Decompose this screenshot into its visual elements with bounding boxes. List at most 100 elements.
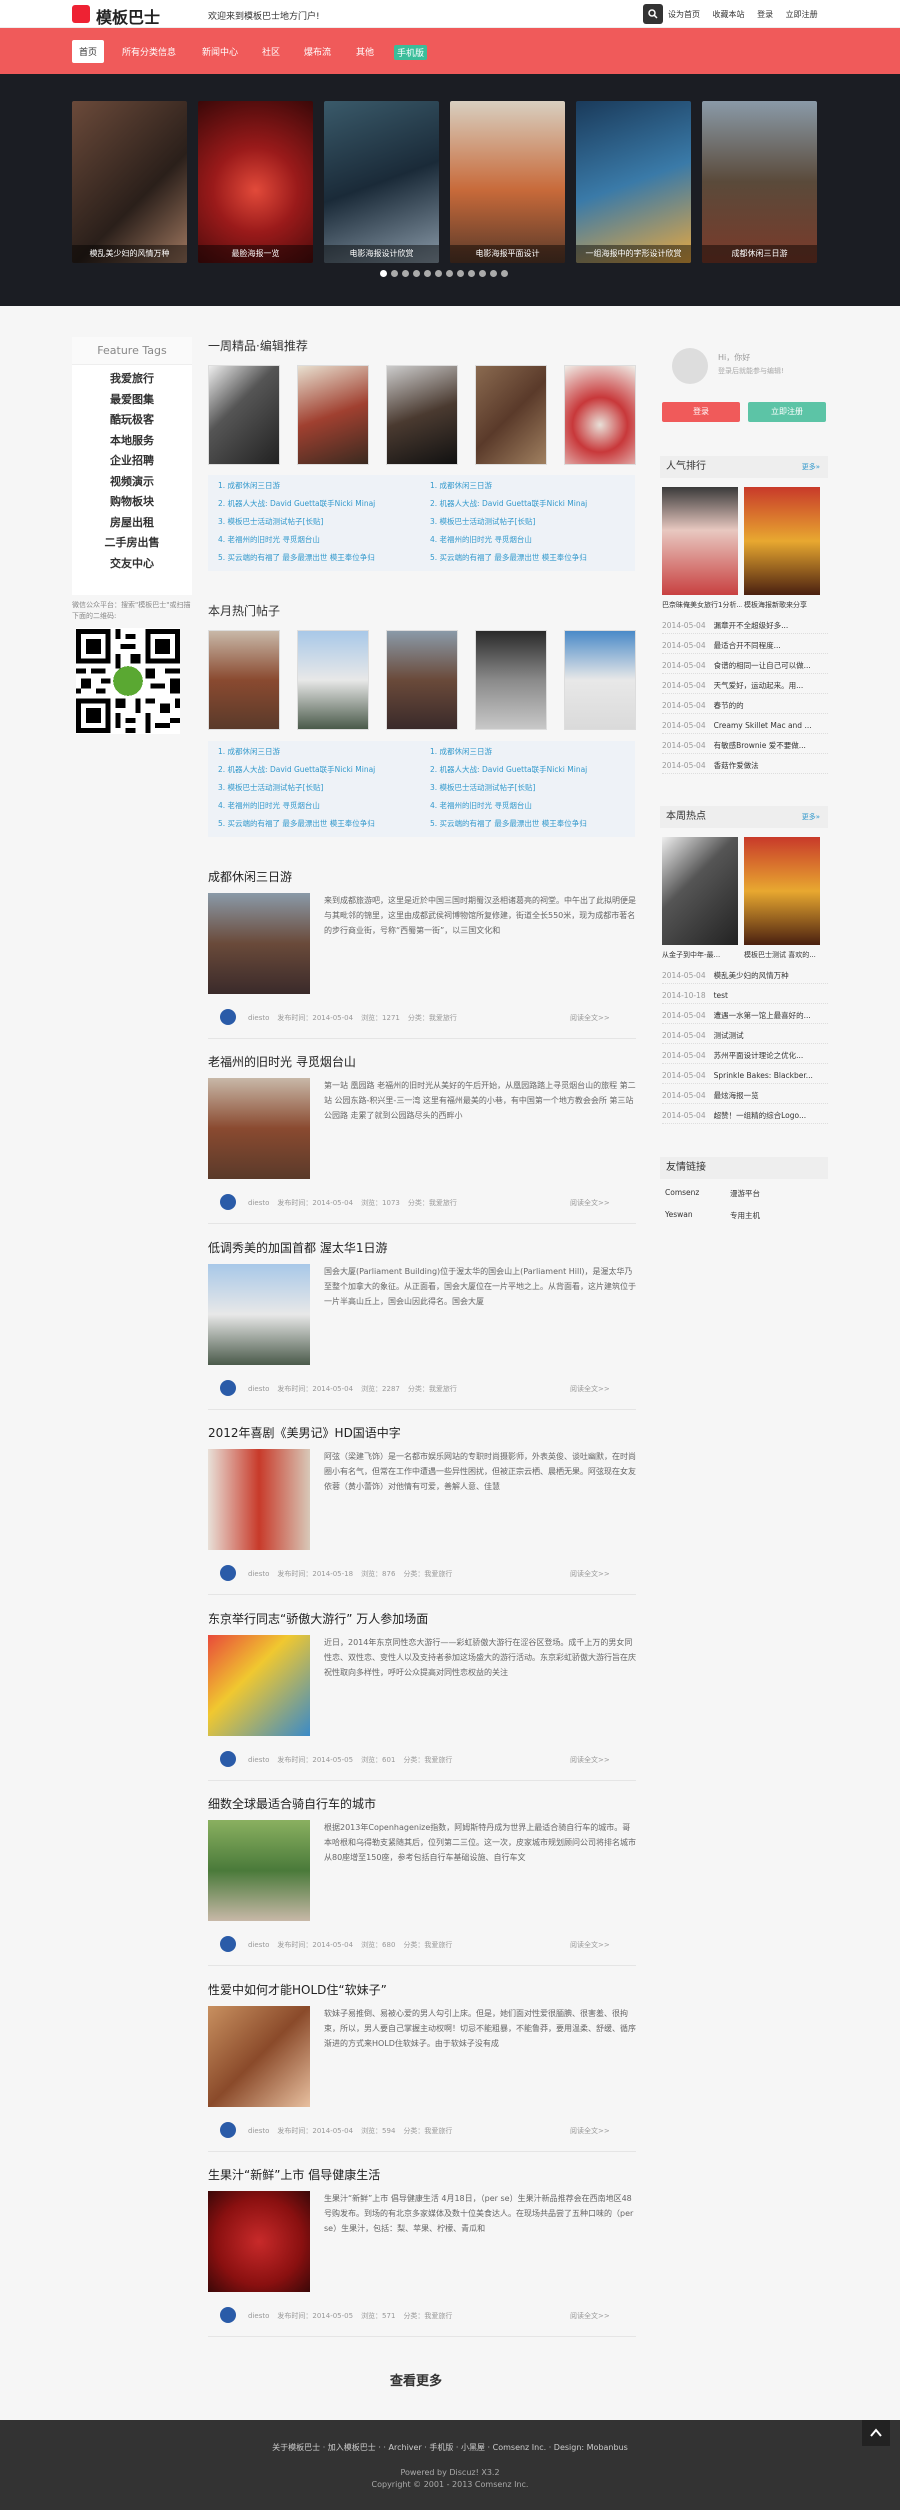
side-list-item[interactable]: 2014-05-04 漏章开不全超级好多... (662, 617, 828, 634)
side-list-title[interactable]: 遭遇一水第一馆上最喜好的... (714, 1011, 811, 1020)
banner-slide[interactable]: 一组海报中的字形设计欣赏 (576, 101, 691, 263)
side-list-title[interactable]: 春节的的 (714, 701, 744, 710)
read-more-link[interactable]: 阅读全文>> (570, 1198, 610, 1208)
banner-slide[interactable]: 成都休闲三日游 (702, 101, 817, 263)
article-image[interactable] (208, 1078, 310, 1179)
feature-tag[interactable]: 本地服务 (72, 431, 192, 452)
post-link[interactable]: 1. 成都休闲三日游 (218, 479, 280, 493)
feature-tag[interactable]: 二手房出售 (72, 533, 192, 554)
author-avatar[interactable] (220, 1936, 236, 1952)
article-image[interactable] (208, 1449, 310, 1550)
post-link[interactable]: 5. 买云端的有福了 最多最漂出世 模王奉位争归 (218, 551, 375, 565)
slider-dot[interactable] (413, 270, 420, 277)
author-avatar[interactable] (220, 1380, 236, 1396)
side-list-title[interactable]: Sprinkle Bakes: Blackber... (714, 1071, 813, 1080)
article-title[interactable]: 低调秀美的加国首都 渥太华1日游 (208, 1239, 387, 1256)
nav-mobile[interactable]: 手机版 (394, 45, 428, 60)
site-name[interactable]: 模板巴士 (96, 4, 160, 28)
article-title[interactable]: 生果汁“新鲜”上市 倡导健康生活 (208, 2166, 380, 2183)
friend-link[interactable]: Yeswan (665, 1210, 693, 1219)
friend-link[interactable]: 专用主机 (730, 1210, 760, 1221)
post-link[interactable]: 5. 买云端的有福了 最多最漂出世 模王奉位争归 (218, 817, 375, 831)
popular-image-caption[interactable]: 模板海报新歌来分享 (744, 600, 824, 610)
side-list-title[interactable]: 最适合开不同程度... (714, 641, 781, 650)
post-link[interactable]: 1. 成都休闲三日游 (430, 745, 492, 759)
post-link[interactable]: 2. 机器人大战: David Guetta联手Nicki Minaj (430, 497, 587, 511)
slider-dot[interactable] (457, 270, 464, 277)
feature-tag[interactable]: 交友中心 (72, 554, 192, 575)
side-list-title[interactable]: 食谱的相同一让自己可以做... (714, 661, 811, 670)
post-link[interactable]: 5. 买云端的有福了 最多最漂出世 模王奉位争归 (430, 817, 587, 831)
article-image[interactable] (208, 1264, 310, 1365)
set-homepage-link[interactable]: 设为首页 (668, 10, 700, 19)
feature-tag[interactable]: 酷玩极客 (72, 410, 192, 431)
hot-thumb[interactable] (297, 630, 369, 730)
side-list-item[interactable]: 2014-10-18 test (662, 987, 828, 1004)
banner-slide[interactable]: 电影海报平面设计 (450, 101, 565, 263)
slider-dot[interactable] (391, 270, 398, 277)
pick-thumb[interactable] (208, 365, 280, 465)
popular-image[interactable] (744, 487, 820, 595)
slider-dot[interactable] (424, 270, 431, 277)
feature-tag[interactable]: 房屋出租 (72, 513, 192, 534)
slider-dot[interactable] (380, 270, 387, 277)
side-list-title[interactable]: 天气爱好，运动起来。用... (714, 681, 804, 690)
side-list-item[interactable]: 2014-05-04 最适合开不同程度... (662, 637, 828, 654)
login-button[interactable]: 登录 (662, 402, 740, 422)
side-list-title[interactable]: 香菇作爱做法 (714, 761, 759, 770)
read-more-link[interactable]: 阅读全文>> (570, 2311, 610, 2321)
slider-dots[interactable] (380, 270, 512, 280)
read-more-link[interactable]: 阅读全文>> (570, 1569, 610, 1579)
nav-classifieds[interactable]: 所有分类信息 (122, 45, 176, 58)
read-more-link[interactable]: 阅读全文>> (570, 1755, 610, 1765)
article-title[interactable]: 性爱中如何才能HOLD住“软妹子” (208, 1981, 387, 1998)
read-more-link[interactable]: 阅读全文>> (570, 2126, 610, 2136)
side-list-title[interactable]: 苏州平面设计理论之优化... (714, 1051, 804, 1060)
author-avatar[interactable] (220, 1751, 236, 1767)
slider-dot[interactable] (402, 270, 409, 277)
post-link[interactable]: 4. 老福州的旧时光 寻觅烟台山 (218, 533, 320, 547)
slider-dot[interactable] (468, 270, 475, 277)
post-link[interactable]: 3. 模板巴士活动测试帖子[长贴] (218, 781, 323, 795)
side-list-item[interactable]: 2014-05-04 有敏感Brownie 爱不要做... (662, 737, 828, 754)
weekly-image-caption[interactable]: 模板巴士测试 喜欢的... (744, 950, 824, 960)
post-link[interactable]: 2. 机器人大战: David Guetta联手Nicki Minaj (218, 763, 375, 777)
article-image[interactable] (208, 893, 310, 994)
slider-dot[interactable] (490, 270, 497, 277)
nav-waterfall[interactable]: 爆布流 (304, 45, 331, 58)
post-link[interactable]: 3. 模板巴士活动测试帖子[长贴] (430, 781, 535, 795)
post-link[interactable]: 1. 成都休闲三日游 (218, 745, 280, 759)
feature-tag[interactable]: 企业招聘 (72, 451, 192, 472)
popular-more-link[interactable]: 更多» (802, 456, 820, 478)
weekly-more-link[interactable]: 更多» (802, 806, 820, 828)
popular-image-caption[interactable]: 巴奈昧俺美女旅行1分析... (662, 600, 742, 610)
post-link[interactable]: 2. 机器人大战: David Guetta联手Nicki Minaj (218, 497, 375, 511)
side-list-item[interactable]: 2014-05-04 香菇作爱做法 (662, 757, 828, 774)
article-title[interactable]: 成都休闲三日游 (208, 868, 292, 885)
banner-slide[interactable]: 最脸海报一览 (198, 101, 313, 263)
post-link[interactable]: 2. 机器人大战: David Guetta联手Nicki Minaj (430, 763, 587, 777)
article-title[interactable]: 老福州的旧时光 寻觅烟台山 (208, 1053, 356, 1070)
weekly-image[interactable] (662, 837, 738, 945)
read-more-link[interactable]: 阅读全文>> (570, 1013, 610, 1023)
login-link[interactable]: 登录 (757, 10, 773, 19)
article-title[interactable]: 2012年喜剧《美男记》HD国语中字 (208, 1424, 401, 1441)
pick-thumb[interactable] (386, 365, 458, 465)
pick-thumb[interactable] (475, 365, 547, 465)
weekly-image-caption[interactable]: 从金子到中年-最... (662, 950, 742, 960)
bookmark-link[interactable]: 收藏本站 (713, 10, 745, 19)
author-avatar[interactable] (220, 2122, 236, 2138)
hot-thumb[interactable] (475, 630, 547, 730)
hot-thumb[interactable] (564, 630, 636, 730)
register-button[interactable]: 立即注册 (748, 402, 826, 422)
author-avatar[interactable] (220, 1194, 236, 1210)
search-button[interactable] (643, 4, 663, 24)
article-image[interactable] (208, 1820, 310, 1921)
side-list-title[interactable]: test (714, 991, 728, 1000)
side-list-item[interactable]: 2014-05-04 天气爱好，运动起来。用... (662, 677, 828, 694)
nav-other[interactable]: 其他 (356, 45, 374, 58)
feature-tag[interactable]: 我爱旅行 (72, 369, 192, 390)
side-list-title[interactable]: 有敏感Brownie 爱不要做... (714, 741, 806, 750)
side-list-title[interactable]: 最炫海报一览 (714, 1091, 759, 1100)
side-list-title[interactable]: 漏章开不全超级好多... (714, 621, 789, 630)
